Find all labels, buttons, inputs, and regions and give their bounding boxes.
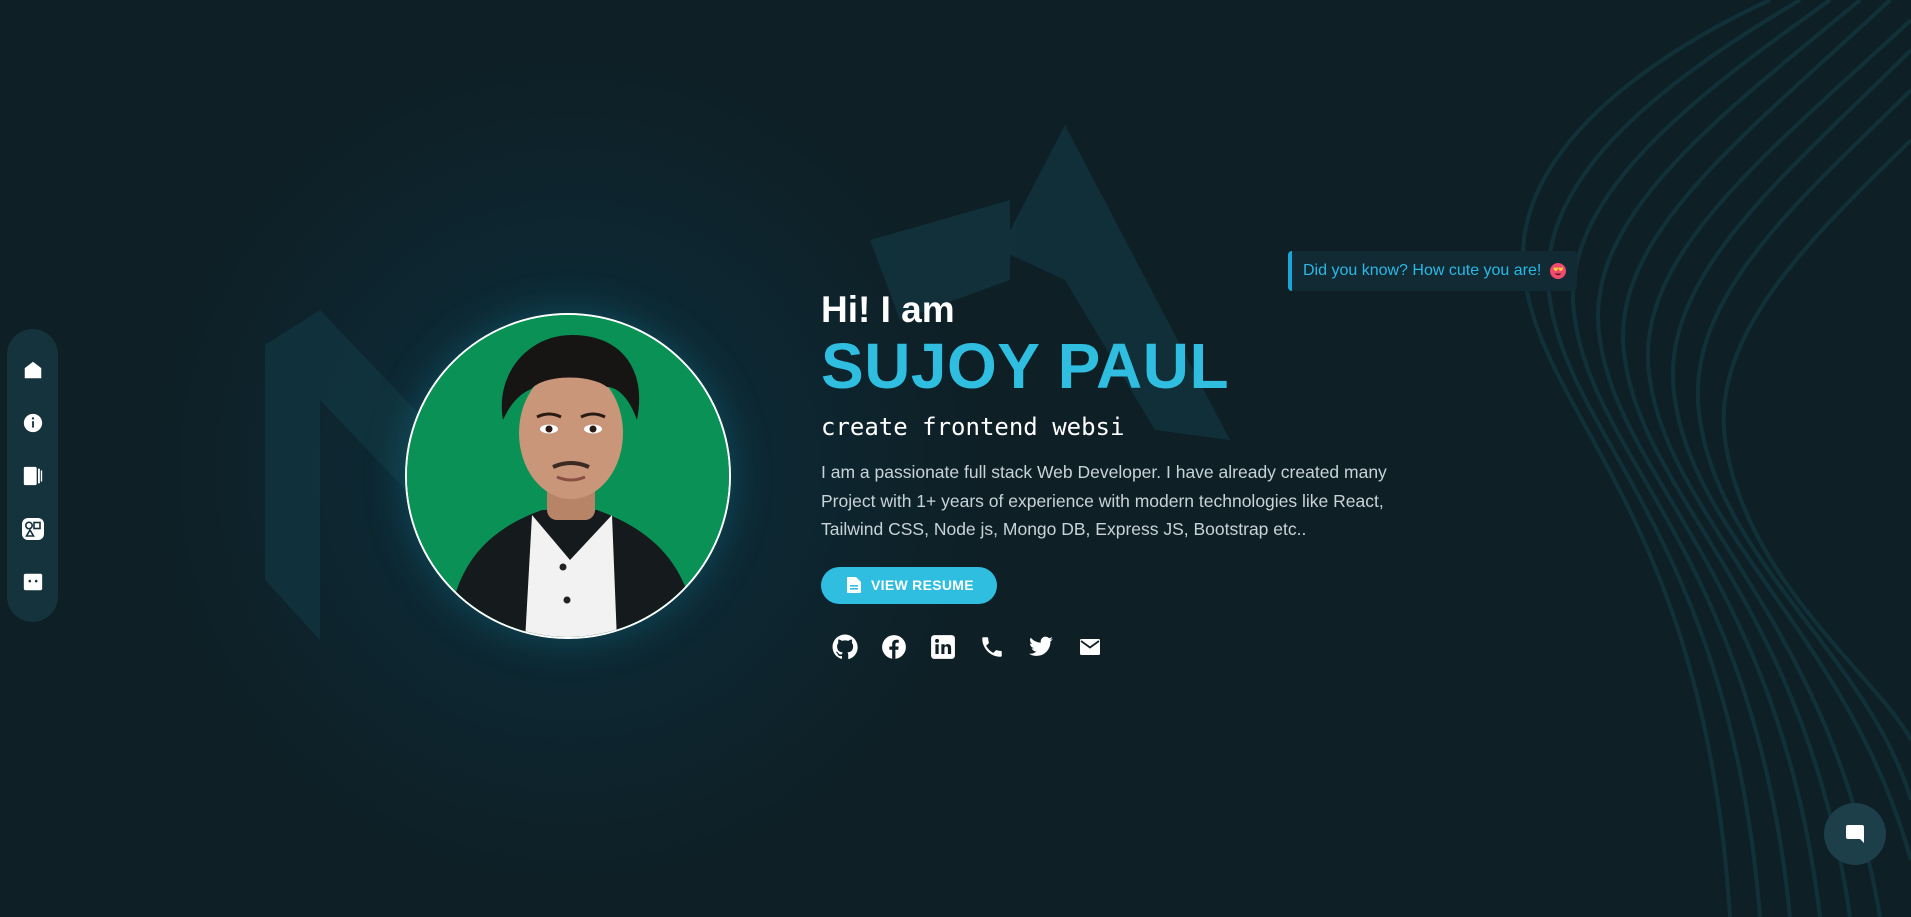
facebook-icon — [882, 634, 906, 659]
github-link[interactable] — [832, 634, 858, 660]
home-icon — [24, 361, 41, 378]
nav-home-button[interactable] — [20, 357, 46, 383]
chat-icon — [1846, 825, 1864, 843]
nav-contact-button[interactable] — [20, 569, 46, 595]
info-icon — [23, 413, 42, 432]
name-heading: SUJOY PAUL — [821, 330, 1230, 402]
linkedin-icon — [931, 634, 955, 659]
email-icon — [1080, 638, 1100, 655]
view-resume-button[interactable]: VIEW RESUME — [821, 566, 997, 604]
bio-paragraph: I am a passionate full stack Web Develop… — [821, 462, 1387, 539]
twitter-link[interactable] — [1028, 634, 1054, 660]
avatar — [407, 315, 729, 637]
contact-icon — [23, 573, 42, 590]
document-icon — [847, 577, 861, 593]
profile-photo — [405, 313, 731, 639]
portfolio-page: Hi! I am SUJOY PAUL create frontend webs… — [0, 0, 1911, 917]
twitter-icon — [1029, 636, 1053, 656]
phone-link[interactable] — [979, 634, 1005, 660]
social-links — [821, 634, 1421, 660]
facebook-link[interactable] — [881, 634, 907, 660]
heart-eyes-emoji-icon — [1550, 263, 1567, 279]
nav-projects-button[interactable] — [20, 463, 46, 489]
fun-fact-callout: Did you know? How cute you are! — [1288, 251, 1578, 291]
hero-intro: Hi! I am SUJOY PAUL create frontend webs… — [821, 288, 1421, 660]
chat-button[interactable] — [1824, 803, 1886, 865]
nav-about-button[interactable] — [20, 410, 46, 436]
github-icon — [832, 634, 858, 659]
email-link[interactable] — [1077, 634, 1103, 660]
typed-tagline: create frontend websi — [821, 413, 1125, 441]
projects-icon — [23, 466, 42, 485]
linkedin-link[interactable] — [930, 634, 956, 660]
nav-skills-button[interactable] — [20, 516, 46, 542]
greeting-heading: Hi! I am — [821, 289, 955, 330]
side-navigation — [7, 329, 58, 622]
view-resume-label: VIEW RESUME — [871, 577, 974, 593]
phone-icon — [982, 636, 1002, 657]
skills-icon — [21, 517, 44, 540]
fun-fact-text: Did you know? How cute you are! — [1303, 262, 1542, 279]
